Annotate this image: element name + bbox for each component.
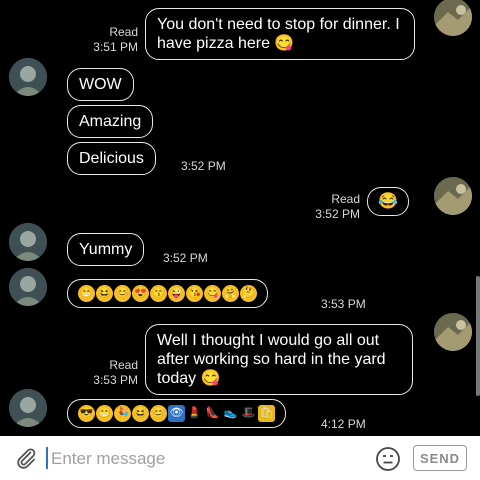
send-button[interactable]: SEND (413, 445, 467, 471)
message-time: 3:51 PM (93, 40, 138, 54)
message-bubble-incoming[interactable]: Amazing (67, 105, 154, 138)
message-meta: Read 3:53 PM (78, 358, 138, 388)
thinking-face-icon: 🤔 (240, 285, 257, 302)
laughing-face-icon: 😆 (132, 405, 149, 422)
sunglasses-face-icon: 😎 (78, 405, 95, 422)
kissing-face-icon: 😙 (150, 285, 167, 302)
sneaker-icon: 👟 (223, 407, 238, 419)
message-time: 3:52 PM (315, 207, 360, 221)
message-bubble-incoming[interactable]: 😎 😁 🎉 😆 😊 👁 💄 👠 👟 🎩 🛍 (67, 399, 286, 428)
emoji-row: 😎 😁 🎉 😆 😊 👁 💄 👠 👟 🎩 🛍 (78, 405, 275, 422)
message-bubble-outgoing[interactable]: You don't need to stop for dinner. I hav… (145, 8, 415, 60)
message-text: Well I thought I would go all out after … (157, 332, 386, 387)
smiling-face-icon: 😊 (114, 285, 131, 302)
message-text: You don't need to stop for dinner. I hav… (157, 16, 400, 52)
message-text: Yummy (79, 241, 133, 258)
winking-face-icon: 😜 (168, 285, 185, 302)
contact-avatar[interactable] (9, 389, 47, 427)
message-time: 4:12 PM (321, 417, 366, 431)
paperclip-icon[interactable] (14, 446, 38, 470)
message-meta: Read 3:52 PM (300, 192, 360, 222)
read-status: Read (331, 192, 360, 206)
message-bubble-incoming[interactable]: WOW (67, 68, 134, 101)
message-bubble-incoming[interactable]: 😁 😆 😊 😍 😙 😜 😘 😋 🤗 🤔 (67, 279, 268, 308)
message-text: Amazing (79, 113, 142, 130)
message-bubble-incoming[interactable]: Yummy (67, 233, 145, 266)
high-heel-icon: 👠 (205, 407, 220, 419)
laughing-face-icon: 😆 (96, 285, 113, 302)
hugging-face-icon: 🤗 (222, 285, 239, 302)
message-bubble-incoming[interactable]: Delicious (67, 142, 156, 175)
grinning-face-icon: 😁 (78, 285, 95, 302)
own-avatar[interactable] (434, 0, 472, 36)
message-time: 3:52 PM (181, 159, 226, 173)
message-bubble-outgoing[interactable]: 😂 (367, 187, 409, 216)
lipstick-icon: 💄 (187, 407, 202, 419)
message-input[interactable] (49, 445, 353, 473)
contact-avatar[interactable] (9, 223, 47, 261)
grinning-face-icon: 😁 (96, 405, 113, 422)
message-meta: Read 3:51 PM (78, 25, 138, 55)
text-cursor (46, 447, 48, 469)
message-bubble-outgoing[interactable]: Well I thought I would go all out after … (145, 324, 413, 395)
emoji-row: 😁 😆 😊 😍 😙 😜 😘 😋 🤗 🤔 (78, 285, 257, 302)
message-input-bar: SEND (0, 436, 480, 480)
yum-face-icon: 😋 (204, 285, 221, 302)
own-avatar[interactable] (434, 313, 472, 351)
smiling-face-icon: 😊 (150, 405, 167, 422)
message-time: 3:52 PM (163, 251, 208, 265)
top-hat-icon: 🎩 (241, 407, 256, 419)
scrollbar[interactable] (476, 276, 480, 396)
contact-avatar[interactable] (9, 58, 47, 96)
message-text: 😂 (378, 193, 398, 210)
party-popper-icon: 🎉 (114, 405, 131, 422)
gift-bag-icon: 🛍 (258, 405, 275, 422)
read-status: Read (109, 25, 138, 39)
message-text: Delicious (79, 150, 144, 167)
heart-eyes-face-icon: 😍 (132, 285, 149, 302)
message-time: 3:53 PM (93, 373, 138, 387)
read-status: Read (109, 358, 138, 372)
message-time: 3:53 PM (321, 297, 366, 311)
kissing-heart-face-icon: 😘 (186, 285, 203, 302)
message-text: WOW (79, 76, 122, 93)
own-avatar[interactable] (434, 177, 472, 215)
emoji-picker-icon[interactable] (375, 446, 401, 472)
contact-avatar[interactable] (9, 268, 47, 306)
eye-icon: 👁 (168, 405, 185, 422)
